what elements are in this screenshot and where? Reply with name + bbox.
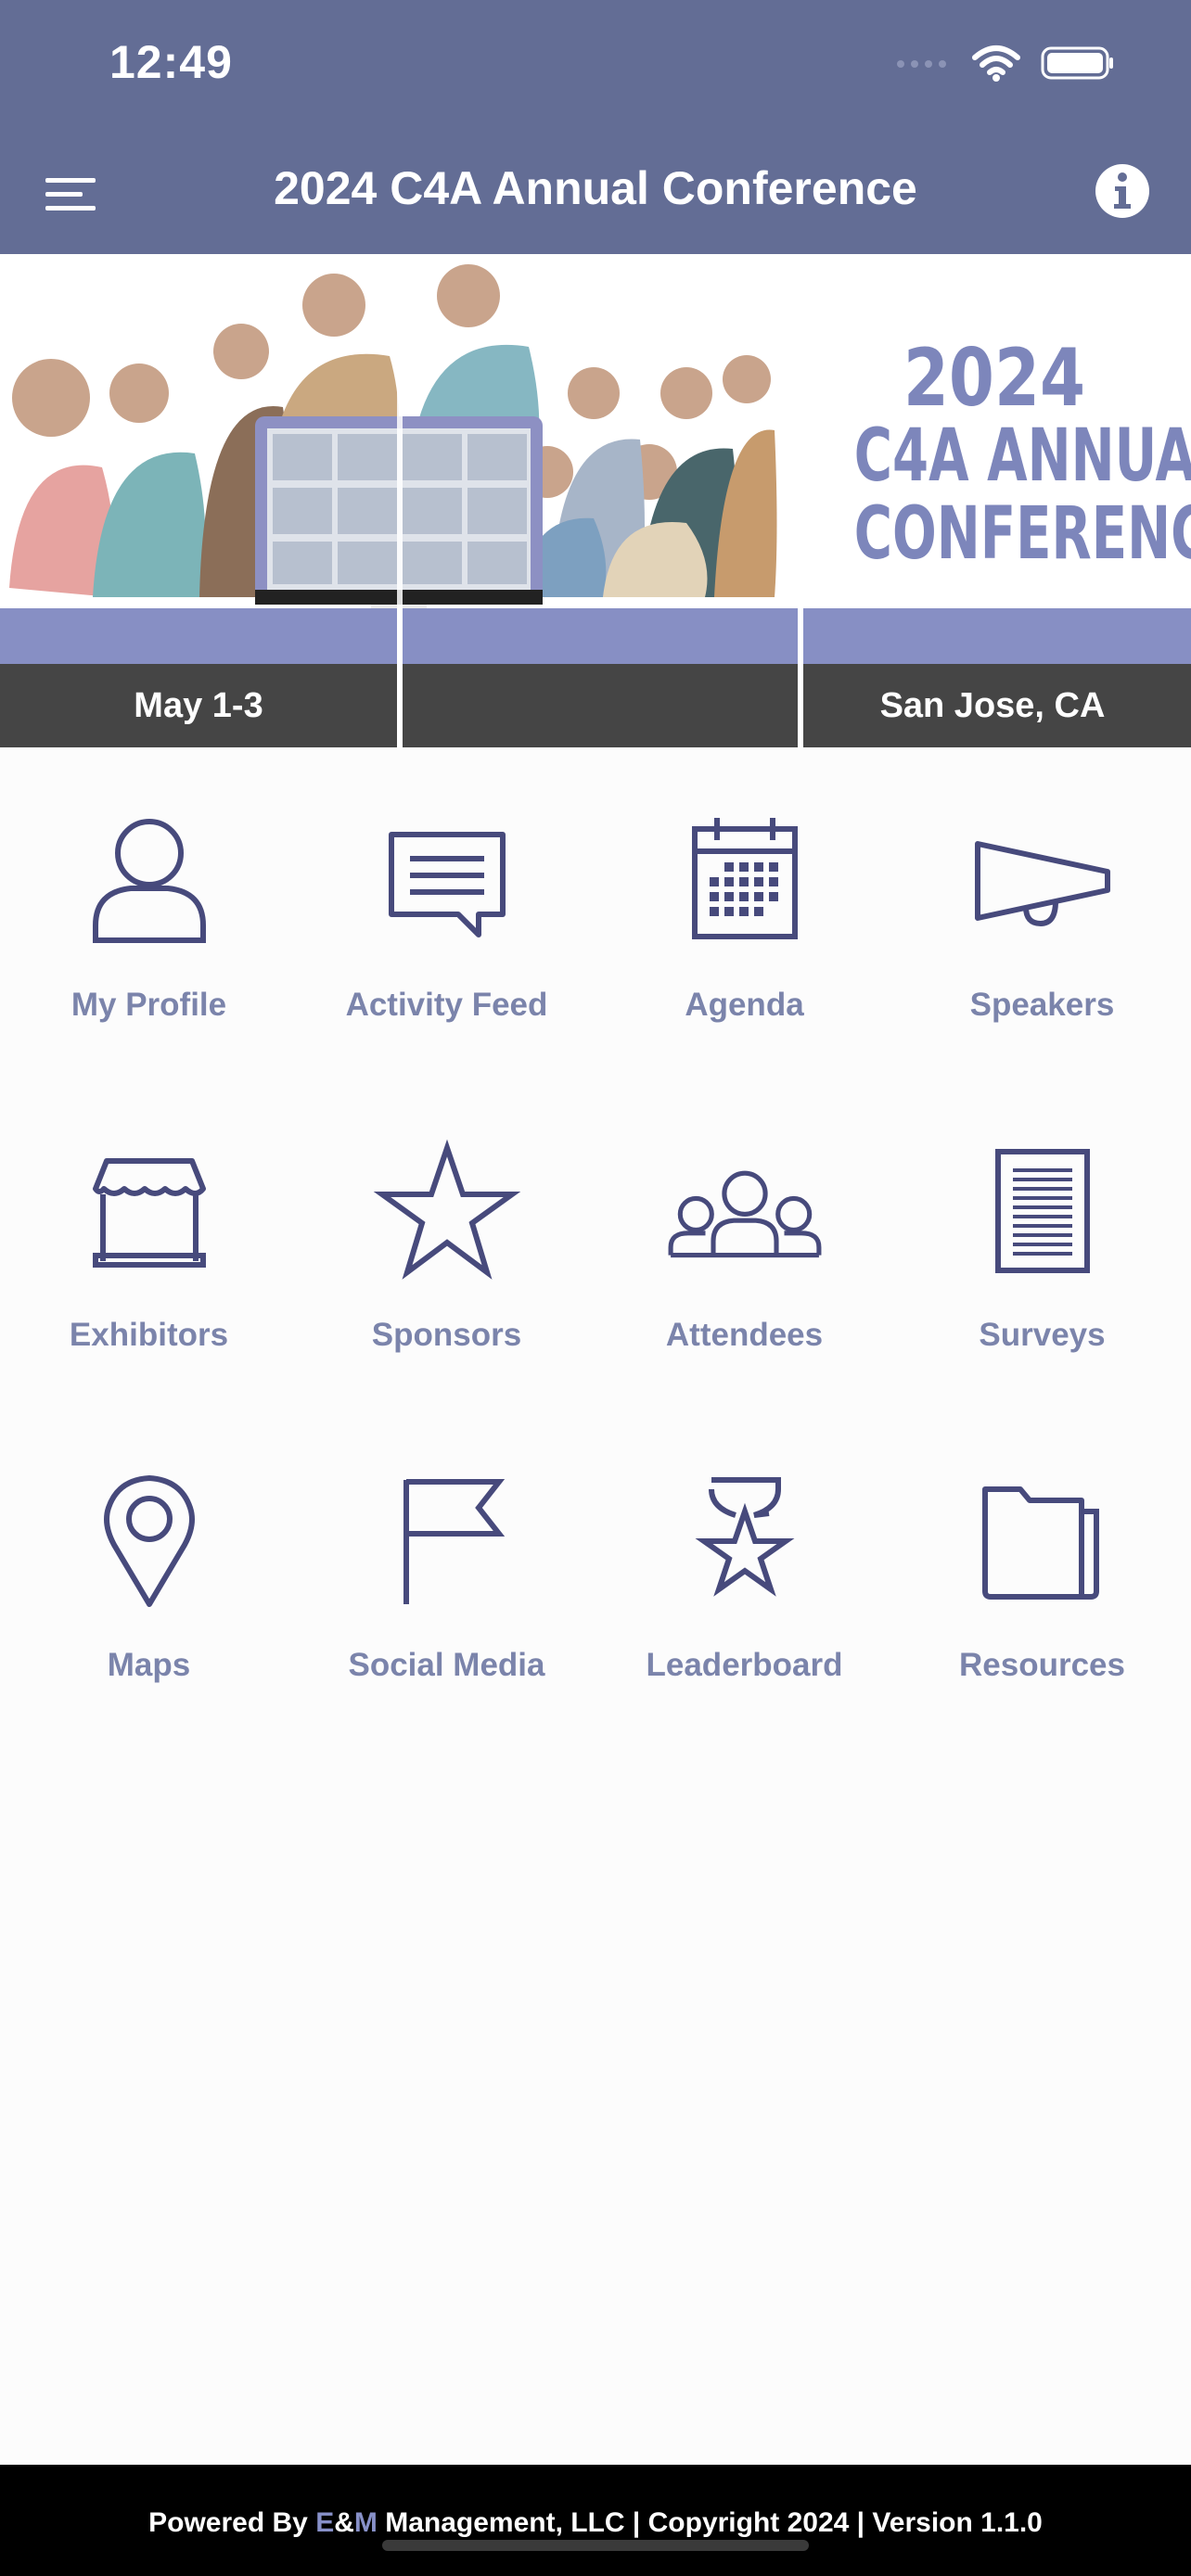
folder-icon: [981, 1486, 1099, 1600]
menu-button[interactable]: [41, 167, 102, 223]
tile-label: Social Media: [348, 1647, 545, 1683]
banner-band: [0, 608, 1191, 664]
banner-divider: [397, 608, 403, 747]
tile-label: Agenda: [685, 987, 804, 1023]
tile-attendees[interactable]: Attendees: [596, 1137, 893, 1409]
event-date: May 1-3: [134, 685, 263, 725]
app-header: 2024 C4A Annual Conference: [0, 139, 1191, 254]
flag-icon: [403, 1479, 505, 1604]
map-pin-icon: [103, 1475, 195, 1607]
cellular-signal-icon: [897, 60, 946, 68]
tile-speakers[interactable]: Speakers: [893, 807, 1191, 1079]
tile-label: Exhibitors: [69, 1317, 229, 1353]
banner-title-line2: CONFERENCE: [853, 492, 1191, 576]
app-screen: 12:49 2024 C4A Annual Conference 2024 C4…: [0, 0, 1191, 2576]
tile-label: Activity Feed: [345, 987, 548, 1023]
status-time: 12:49: [109, 36, 233, 88]
tile-label: Surveys: [979, 1317, 1106, 1353]
tile-maps[interactable]: Maps: [0, 1467, 298, 1740]
banner-title-line1: C4A ANNUAL: [853, 414, 1191, 498]
tile-label: Resources: [959, 1647, 1125, 1683]
banner-info-empty: [397, 664, 794, 747]
chat-bubble-icon: [388, 832, 506, 937]
tile-my-profile[interactable]: My Profile: [0, 807, 298, 1079]
megaphone-icon: [974, 841, 1110, 927]
banner-info-bar: May 1-3 San Jose, CA: [0, 664, 1191, 747]
feature-grid: My Profile Activity Feed Agenda Speakers…: [0, 807, 1191, 1740]
app-footer: Powered By E&M Management, LLC | Copyrig…: [0, 2465, 1191, 2576]
tile-label: Maps: [107, 1647, 191, 1683]
footer-suffix: Management, LLC | Copyright 2024 | Versi…: [377, 2507, 1043, 2538]
hamburger-icon: [45, 178, 96, 210]
footer-brand-e: E: [315, 2507, 335, 2538]
banner-divider: [798, 512, 803, 608]
group-icon: [668, 1170, 821, 1258]
banner-title: 2024 C4A ANNUAL CONFERENCE: [800, 332, 1191, 576]
footer-prefix: Powered By: [148, 2507, 316, 2538]
info-button[interactable]: [1093, 161, 1152, 221]
status-bar: 12:49: [0, 0, 1191, 139]
tile-activity-feed[interactable]: Activity Feed: [298, 807, 596, 1079]
banner-illustration: [0, 254, 779, 608]
tile-agenda[interactable]: Agenda: [596, 807, 893, 1079]
tile-sponsors[interactable]: Sponsors: [298, 1137, 596, 1409]
medal-icon: [695, 1477, 794, 1597]
tile-social-media[interactable]: Social Media: [298, 1467, 596, 1740]
tile-resources[interactable]: Resources: [893, 1467, 1191, 1740]
tile-surveys[interactable]: Surveys: [893, 1137, 1191, 1409]
status-icons: [896, 45, 1115, 82]
banner-title-year: 2024: [903, 332, 1086, 425]
banner-divider: [798, 608, 803, 747]
tile-label: My Profile: [70, 987, 227, 1023]
tile-label: Leaderboard: [646, 1647, 843, 1683]
conference-banner: 2024 C4A ANNUAL CONFERENCE May 1-3 San J…: [0, 254, 1191, 747]
star-icon: [373, 1139, 520, 1280]
document-icon: [994, 1149, 1090, 1273]
person-icon: [92, 819, 206, 943]
calendar-icon: [691, 818, 798, 939]
tile-label: Speakers: [969, 987, 1115, 1023]
home-indicator[interactable]: [382, 2540, 809, 2551]
footer-text: Powered By E&M Management, LLC | Copyrig…: [0, 2507, 1191, 2539]
info-icon: [1095, 164, 1149, 218]
page-title: 2024 C4A Annual Conference: [274, 162, 917, 214]
footer-brand-amp: &: [334, 2507, 354, 2538]
storefront-icon: [92, 1158, 206, 1268]
tile-label: Sponsors: [371, 1317, 522, 1353]
footer-brand-m: M: [353, 2507, 378, 2538]
wifi-icon: [972, 45, 1020, 82]
tile-exhibitors[interactable]: Exhibitors: [0, 1137, 298, 1409]
banner-divider: [397, 254, 403, 608]
tile-leaderboard[interactable]: Leaderboard: [596, 1467, 893, 1740]
battery-icon: [1041, 46, 1113, 80]
tile-label: Attendees: [665, 1317, 824, 1353]
event-location: San Jose, CA: [879, 685, 1106, 725]
